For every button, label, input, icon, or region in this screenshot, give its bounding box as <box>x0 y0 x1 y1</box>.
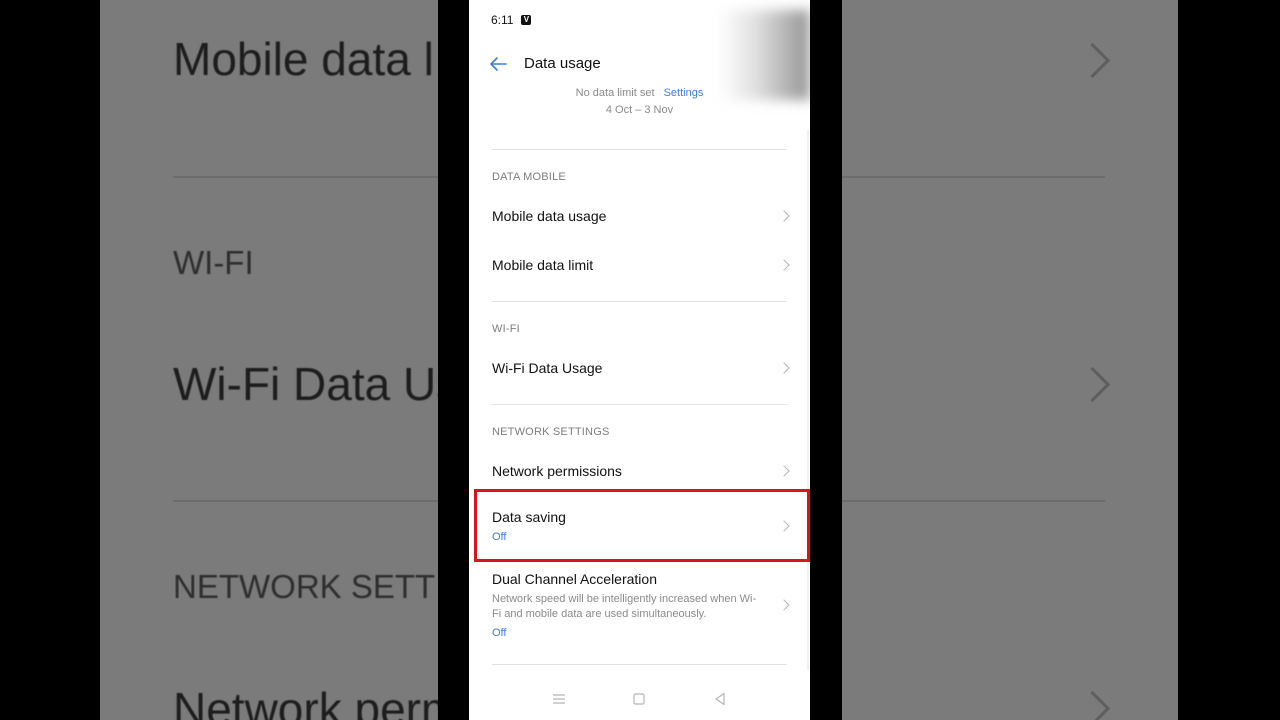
menu-icon[interactable] <box>550 690 568 708</box>
dual-channel-acceleration-item[interactable]: Dual Channel Acceleration Network speed … <box>469 560 810 650</box>
data-saving-highlight-box <box>474 489 810 562</box>
page-title: Data usage <box>524 55 601 72</box>
section-header-wifi: WI-FI <box>492 323 520 335</box>
background-chevron-icon <box>1074 690 1111 720</box>
divider <box>492 664 787 665</box>
system-navigation-bar <box>469 682 810 716</box>
settings-link[interactable]: Settings <box>664 87 704 99</box>
status-bar: 6:11 V <box>491 13 532 27</box>
data-limit-summary: No data limit set Settings <box>469 87 810 99</box>
row-label: Dual Channel Acceleration <box>492 571 657 587</box>
background-text: Mobile data l <box>173 33 434 85</box>
row-label: Mobile data limit <box>492 257 594 273</box>
chevron-right-icon <box>778 259 790 271</box>
section-header-data-mobile: DATA MOBILE <box>492 171 566 183</box>
background-text: Wi-Fi Data Us <box>173 358 460 410</box>
background-text: Network perm <box>173 683 460 720</box>
chevron-right-icon <box>778 599 790 611</box>
wifi-data-usage-item[interactable]: Wi-Fi Data Usage <box>469 348 810 388</box>
arrow-left-icon[interactable] <box>487 53 509 75</box>
top-app-bar: Data usage <box>469 44 810 84</box>
divider <box>492 404 787 405</box>
mobile-data-limit-item[interactable]: Mobile data limit <box>469 245 810 285</box>
back-triangle-icon[interactable] <box>711 690 729 708</box>
section-header-network-settings: NETWORK SETTINGS <box>492 426 610 438</box>
notification-app-icon: V <box>521 15 532 25</box>
screen: Mobile data l WI-FI Wi-Fi Data Us NETWOR… <box>0 0 1280 720</box>
status-time: 6:11 <box>491 13 514 27</box>
scrollbar[interactable] <box>807 130 809 670</box>
mobile-data-usage-item[interactable]: Mobile data usage <box>469 196 810 236</box>
billing-cycle-range: 4 Oct – 3 Nov <box>605 104 674 116</box>
data-limit-text: No data limit set <box>575 87 655 99</box>
phone-screen: 6:11 V Data usage No data limit set Sett… <box>469 0 810 720</box>
background-text: NETWORK SETT <box>173 568 436 605</box>
background-chevron-icon <box>1074 366 1111 403</box>
divider <box>492 149 787 150</box>
row-label: Mobile data usage <box>492 208 607 224</box>
background-text: WI-FI <box>173 244 254 281</box>
divider <box>492 301 787 302</box>
background-chevron-icon <box>1074 42 1111 79</box>
row-label: Wi-Fi Data Usage <box>492 360 603 376</box>
chevron-right-icon <box>778 210 790 222</box>
network-permissions-item[interactable]: Network permissions <box>469 451 810 491</box>
row-label: Network permissions <box>492 463 622 479</box>
home-square-icon[interactable] <box>630 690 648 708</box>
chevron-right-icon <box>778 465 790 477</box>
chevron-right-icon <box>778 362 790 374</box>
dual-channel-status: Off <box>492 627 507 639</box>
row-description: Network speed will be intelligently incr… <box>492 593 757 620</box>
